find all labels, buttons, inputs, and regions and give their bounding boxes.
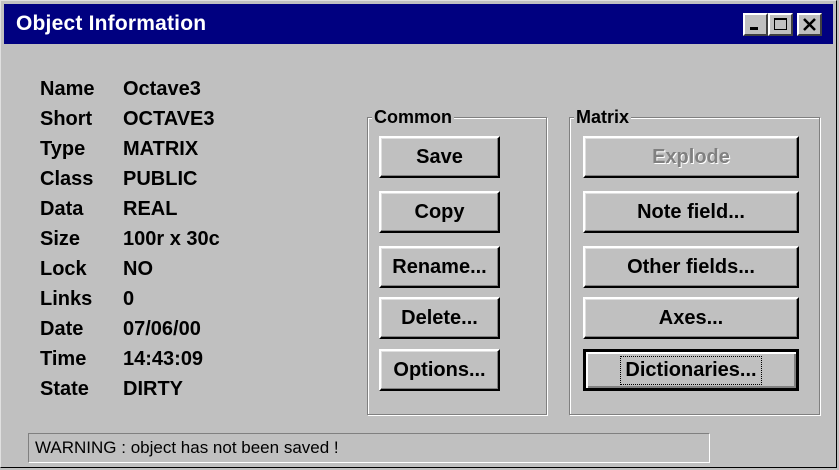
data-value: REAL	[123, 198, 178, 220]
state-value: DIRTY	[123, 378, 183, 400]
axes-button[interactable]: Axes...	[583, 297, 799, 339]
type-value: MATRIX	[123, 138, 199, 160]
rename-button[interactable]: Rename...	[379, 246, 500, 288]
time-value: 14:43:09	[123, 348, 204, 370]
dictionaries-button[interactable]: Dictionaries...	[583, 349, 799, 391]
time-label: Time	[40, 348, 87, 370]
title-bar[interactable]: Object Information	[4, 4, 833, 44]
short-value: OCTAVE3	[123, 108, 215, 130]
close-button[interactable]	[797, 13, 822, 36]
common-group-title: Common	[372, 106, 454, 128]
status-bar: WARNING : object has not been saved !	[28, 433, 710, 463]
other-fields-button[interactable]: Other fields...	[583, 246, 799, 288]
type-label: Type	[40, 138, 86, 160]
short-label: Short	[40, 108, 93, 130]
date-value: 07/06/00	[123, 318, 201, 340]
date-label: Date	[40, 318, 84, 340]
options-button[interactable]: Options...	[379, 349, 500, 391]
save-button[interactable]: Save	[379, 136, 500, 178]
matrix-group-title: Matrix	[574, 106, 632, 128]
maximize-icon	[774, 18, 787, 30]
name-value: Octave3	[123, 78, 201, 100]
links-value: 0	[123, 288, 135, 310]
close-icon	[803, 18, 816, 31]
delete-button[interactable]: Delete...	[379, 297, 500, 339]
copy-button[interactable]: Copy	[379, 191, 500, 233]
dictionaries-button-label: Dictionaries...	[620, 355, 762, 385]
class-value: PUBLIC	[123, 168, 198, 190]
size-value: 100r x 30c	[123, 228, 220, 250]
note-field-button[interactable]: Note field...	[583, 191, 799, 233]
state-label: State	[40, 378, 89, 400]
explode-button[interactable]: Explode	[583, 136, 799, 178]
maximize-button[interactable]	[768, 13, 793, 36]
class-label: Class	[40, 168, 94, 190]
size-label: Size	[40, 228, 81, 250]
name-label: Name	[40, 78, 95, 100]
links-label: Links	[40, 288, 93, 310]
minimize-button[interactable]	[743, 13, 768, 36]
window-title: Object Information	[16, 12, 207, 35]
minimize-icon	[750, 27, 758, 30]
object-information-window: Object Information Name Octave3 Short OC…	[0, 0, 837, 468]
data-label: Data	[40, 198, 84, 220]
lock-value: NO	[123, 258, 153, 280]
lock-label: Lock	[40, 258, 87, 280]
